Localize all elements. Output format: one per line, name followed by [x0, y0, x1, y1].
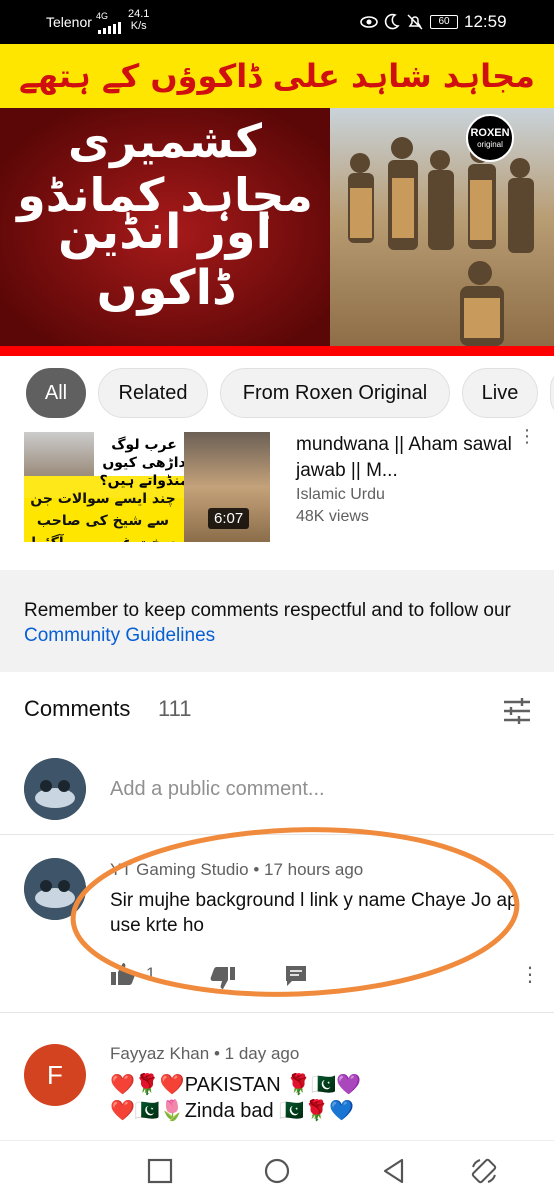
comment-author[interactable]: Fayyaz Khan [110, 1044, 209, 1063]
signal-icon [98, 22, 121, 34]
related-video-title[interactable]: mundwana || Aham sawal jawab || M... [296, 432, 516, 484]
eye-icon [360, 16, 378, 28]
back-button-icon[interactable] [380, 1157, 408, 1185]
clock: 12:59 [464, 12, 507, 31]
video-title-line2: اور انڈین ڈاکوں [57, 204, 273, 316]
user-avatar [24, 758, 86, 820]
guidelines-text: Remember to keep comments respectful and… [24, 600, 511, 621]
rotate-screen-icon[interactable] [470, 1157, 498, 1185]
system-nav-bar [0, 1140, 554, 1200]
video-progress-strip [0, 346, 554, 356]
filter-chips: All Related From Roxen Original Live [0, 356, 554, 432]
speed-value: 24.1 [128, 8, 150, 20]
moon-icon [384, 13, 400, 30]
battery-level: 60 [438, 16, 450, 27]
network-type: 4G [96, 11, 109, 21]
speed-unit: K/s [130, 20, 147, 32]
comment-time: 1 day ago [224, 1044, 300, 1063]
thumbnail-text-bottom: چند ایسے سوالات جن سے شیخ کی صاحب سخت غص… [30, 491, 176, 542]
chip-from-roxen-original[interactable]: From Roxen Original [220, 368, 450, 418]
related-video-channel: Islamic Urdu [296, 486, 385, 503]
comments-title: Comments [24, 696, 131, 721]
avatar-image [24, 758, 86, 820]
add-comment-input[interactable]: Add a public comment... [110, 778, 325, 801]
meta-separator: • [213, 1044, 225, 1063]
video-photo [330, 108, 554, 356]
soldiers-photo [348, 137, 534, 346]
home-button-icon[interactable] [263, 1157, 291, 1185]
video-duration: 6:07 [208, 508, 250, 529]
comments-count: 111 [158, 696, 192, 721]
related-video-views: 48K views [296, 508, 369, 525]
community-guidelines-notice: Remember to keep comments respectful and… [0, 570, 554, 672]
highlight-circle-annotation [70, 827, 520, 997]
video-banner-text: مجاہد شاہد علی ڈاکوؤں کے ہتھے کیسے چڑھا؟ [19, 57, 535, 159]
chip-live[interactable]: Live [462, 368, 538, 418]
battery-indicator: 60 [430, 15, 458, 29]
chip-all[interactable]: All [26, 368, 86, 418]
status-bar: Telenor 4G 24.1 K/s 60 12:59 [0, 0, 554, 44]
comment-text-line2: ❤️🇵🇰🌷Zinda bad 🇵🇰🌹💙 [110, 1100, 354, 1122]
comment-meta: Fayyaz Khan • 1 day ago [110, 1044, 299, 1064]
thumbnail-text-top: عرب لوگ داڑھی کیوں منڈواتے ہیں؟ [99, 437, 189, 489]
logo-text: ROXEN [470, 127, 510, 139]
comment-author-avatar[interactable]: F [24, 1044, 86, 1106]
network-speed: 24.1 K/s [128, 8, 149, 32]
guidelines-link[interactable]: Community Guidelines [24, 625, 215, 646]
channel-logo: ROXEN original [466, 114, 514, 162]
chip-related[interactable]: Related [98, 368, 208, 418]
carrier-name: Telenor [46, 14, 92, 30]
comment-text-line1: ❤️🌹❤️PAKISTAN 🌹🇵🇰💜 [110, 1074, 361, 1096]
thumbnail-face [24, 432, 94, 476]
logo-subtext: original [477, 140, 503, 149]
chip-more[interactable] [550, 368, 554, 418]
more-options-icon[interactable]: ⋮ [518, 426, 536, 447]
sort-filter-icon[interactable] [502, 696, 532, 726]
recents-button-icon[interactable] [146, 1157, 174, 1185]
divider [0, 1012, 554, 1013]
mute-bell-icon [407, 14, 423, 30]
video-player[interactable]: مجاہد شاہد علی ڈاکوؤں کے ہتھے کیسے چڑھا؟… [0, 44, 554, 356]
